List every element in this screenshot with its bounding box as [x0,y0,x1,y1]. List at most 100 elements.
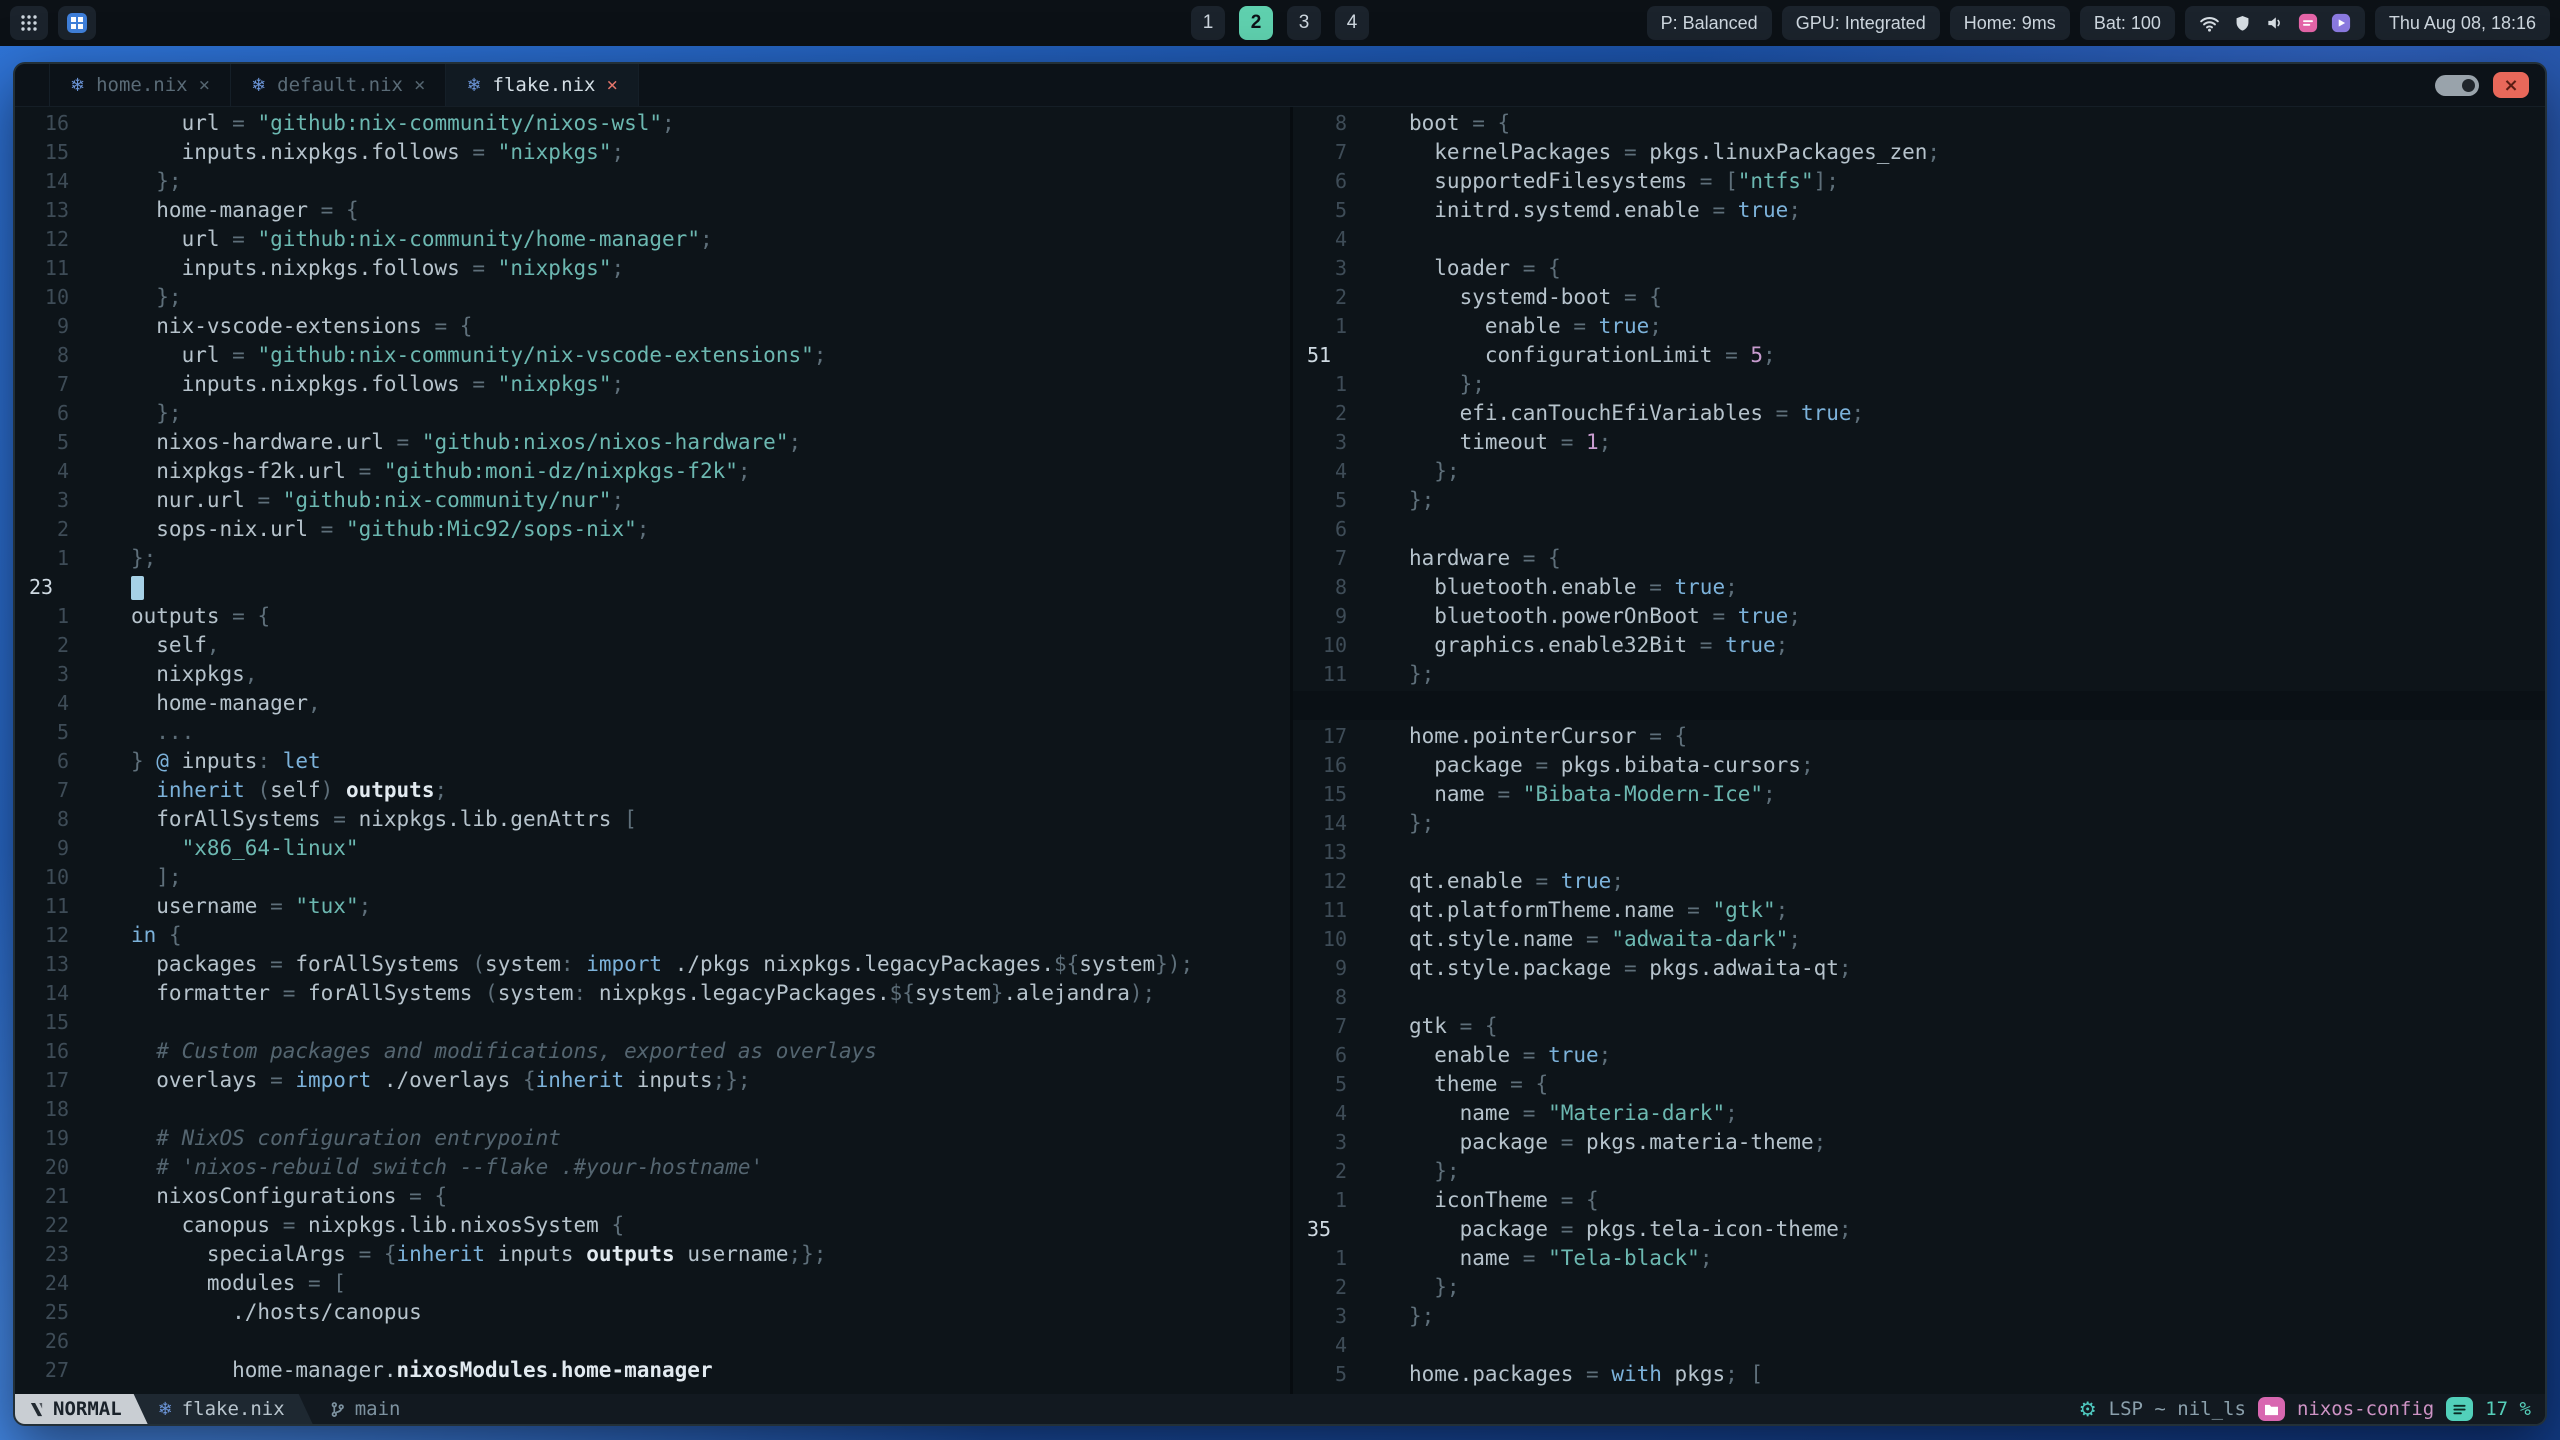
code-line[interactable]: 12in { [15,921,1290,950]
tab-close-icon[interactable]: × [414,74,425,96]
code-line[interactable]: 20 # 'nixos-rebuild switch --flake .#you… [15,1153,1290,1182]
code-line[interactable]: 17home.pointerCursor = { [1293,722,2545,751]
code-line[interactable]: 15 name = "Bibata-Modern-Ice"; [1293,780,2545,809]
code-line[interactable]: 16 # Custom packages and modifications, … [15,1037,1290,1066]
code-line[interactable]: 6 }; [15,399,1290,428]
code-line[interactable]: 11qt.platformTheme.name = "gtk"; [1293,896,2545,925]
code-line[interactable]: 8boot = { [1293,109,2545,138]
code-line[interactable]: 3 nur.url = "github:nix-community/nur"; [15,486,1290,515]
code-line[interactable]: 4 [1293,225,2545,254]
system-tray[interactable] [2185,6,2365,40]
code-line[interactable]: 3 nixpkgs, [15,660,1290,689]
code-line[interactable]: 10 }; [15,283,1290,312]
code-line[interactable]: 11 inputs.nixpkgs.follows = "nixpkgs"; [15,254,1290,283]
code-line[interactable]: 5 nixos-hardware.url = "github:nixos/nix… [15,428,1290,457]
window-close-button[interactable]: × [2493,72,2529,98]
code-line[interactable]: 2 sops-nix.url = "github:Mic92/sops-nix"… [15,515,1290,544]
workspace-3[interactable]: 3 [1287,6,1321,40]
code-line[interactable]: 5home.packages = with pkgs; [ [1293,1360,2545,1389]
code-line[interactable]: 11}; [1293,660,2545,689]
code-line[interactable]: 9 "x86_64-linux" [15,834,1290,863]
shield-icon[interactable] [2233,14,2252,33]
code-line[interactable]: 5 theme = { [1293,1070,2545,1099]
app-menu-button[interactable] [10,6,48,40]
code-line[interactable]: 1 enable = true; [1293,312,2545,341]
code-line[interactable]: 9 bluetooth.powerOnBoot = true; [1293,602,2545,631]
code-line[interactable]: 6 supportedFilesystems = ["ntfs"]; [1293,167,2545,196]
wifi-icon[interactable] [2199,13,2220,34]
editor-pane-right-top[interactable]: 8boot = {7 kernelPackages = pkgs.linuxPa… [1293,107,2545,691]
media-violet-icon[interactable] [2331,13,2351,33]
code-line[interactable]: 6 enable = true; [1293,1041,2545,1070]
tab-flake-nix[interactable]: ❄ flake.nix × [446,64,639,106]
code-line[interactable]: 9qt.style.package = pkgs.adwaita-qt; [1293,954,2545,983]
code-line[interactable]: 3}; [1293,1302,2545,1331]
code-line[interactable]: 7 inherit (self) outputs; [15,776,1290,805]
code-line[interactable]: 4 home-manager, [15,689,1290,718]
volume-icon[interactable] [2265,13,2285,33]
code-line[interactable]: 3 loader = { [1293,254,2545,283]
code-line[interactable]: 4 [1293,1331,2545,1360]
code-line[interactable]: 17 overlays = import ./overlays {inherit… [15,1066,1290,1095]
code-line[interactable]: 10 graphics.enable32Bit = true; [1293,631,2545,660]
code-line[interactable]: 2 systemd-boot = { [1293,283,2545,312]
code-line[interactable]: 14 formatter = forAllSystems (system: ni… [15,979,1290,1008]
code-line[interactable]: 18 [15,1095,1290,1124]
code-line[interactable]: 15 [15,1008,1290,1037]
code-line[interactable]: 21 nixosConfigurations = { [15,1182,1290,1211]
workspace-2[interactable]: 2 [1239,6,1273,40]
editor-pane-right-bottom[interactable]: 17home.pointerCursor = {16 package = pkg… [1293,720,2545,1394]
code-line[interactable]: 10 ]; [15,863,1290,892]
code-line[interactable]: 23 specialArgs = {inherit inputs outputs… [15,1240,1290,1269]
code-line[interactable]: 19 # NixOS configuration entrypoint [15,1124,1290,1153]
tab-default-nix[interactable]: ❄ default.nix × [231,64,446,106]
code-line[interactable]: 2 self, [15,631,1290,660]
launcher-app-button[interactable] [58,6,96,40]
code-line[interactable]: 4 nixpkgs-f2k.url = "github:moni-dz/nixp… [15,457,1290,486]
code-line[interactable]: 16 package = pkgs.bibata-cursors; [1293,751,2545,780]
horizontal-split-separator[interactable] [1293,691,2545,720]
code-line[interactable]: 7 inputs.nixpkgs.follows = "nixpkgs"; [15,370,1290,399]
code-line[interactable]: 13 [1293,838,2545,867]
code-line[interactable]: 8 [1293,983,2545,1012]
code-line[interactable]: 1outputs = { [15,602,1290,631]
code-line[interactable]: 14}; [1293,809,2545,838]
code-line[interactable]: 7gtk = { [1293,1012,2545,1041]
code-line[interactable]: 10qt.style.name = "adwaita-dark"; [1293,925,2545,954]
code-line[interactable]: 7 kernelPackages = pkgs.linuxPackages_ze… [1293,138,2545,167]
code-line[interactable]: 6 [1293,515,2545,544]
code-line[interactable]: 1 }; [1293,370,2545,399]
code-line[interactable]: 16 url = "github:nix-community/nixos-wsl… [15,109,1290,138]
code-line[interactable]: 5}; [1293,486,2545,515]
tab-close-icon[interactable]: × [199,74,210,96]
workspace-4[interactable]: 4 [1335,6,1369,40]
code-line[interactable]: 22 canopus = nixpkgs.lib.nixosSystem { [15,1211,1290,1240]
code-line[interactable]: 5 ... [15,718,1290,747]
code-line[interactable]: 2 }; [1293,1273,2545,1302]
code-line[interactable]: 8 forAllSystems = nixpkgs.lib.genAttrs [ [15,805,1290,834]
code-line[interactable]: 27 home-manager.nixosModules.home-manage… [15,1356,1290,1385]
code-line[interactable]: 14 }; [15,167,1290,196]
code-line[interactable]: 4 name = "Materia-dark"; [1293,1099,2545,1128]
code-line[interactable]: 24 modules = [ [15,1269,1290,1298]
code-line[interactable]: 15 inputs.nixpkgs.follows = "nixpkgs"; [15,138,1290,167]
code-line[interactable]: 7hardware = { [1293,544,2545,573]
code-line[interactable]: 8 url = "github:nix-community/nix-vscode… [15,341,1290,370]
chat-pink-icon[interactable] [2298,13,2318,33]
code-line[interactable]: 26 [15,1327,1290,1356]
code-line[interactable]: 51 configurationLimit = 5; [1293,341,2545,370]
tab-close-icon[interactable]: × [607,74,618,96]
workspace-1[interactable]: 1 [1191,6,1225,40]
code-line[interactable]: 9 nix-vscode-extensions = { [15,312,1290,341]
clock[interactable]: Thu Aug 08, 18:16 [2375,6,2550,40]
code-line[interactable]: 8 bluetooth.enable = true; [1293,573,2545,602]
tab-home-nix[interactable]: ❄ home.nix × [49,64,231,106]
code-line[interactable]: 35 package = pkgs.tela-icon-theme; [1293,1215,2545,1244]
code-line[interactable]: 1 iconTheme = { [1293,1186,2545,1215]
code-line[interactable]: 12 url = "github:nix-community/home-mana… [15,225,1290,254]
code-line[interactable]: 13 home-manager = { [15,196,1290,225]
code-line[interactable]: 12qt.enable = true; [1293,867,2545,896]
code-line[interactable]: 5 initrd.systemd.enable = true; [1293,196,2545,225]
editor-pane-left[interactable]: 16 url = "github:nix-community/nixos-wsl… [15,107,1290,1394]
code-line[interactable]: 2 }; [1293,1157,2545,1186]
